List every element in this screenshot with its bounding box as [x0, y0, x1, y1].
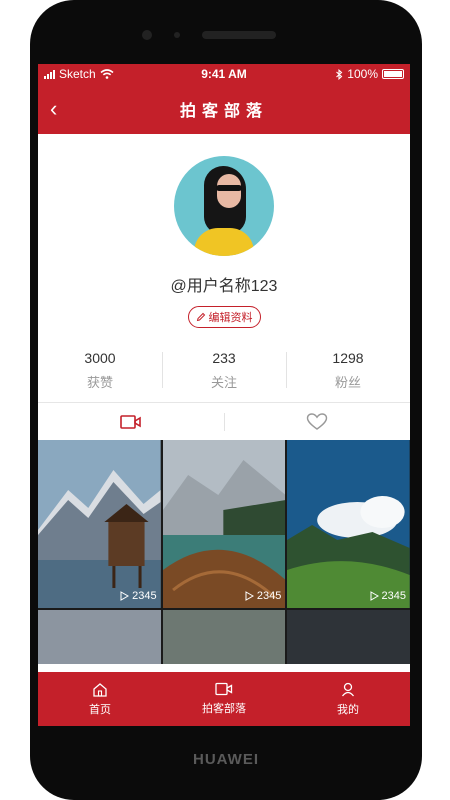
tab-label: 首页 [89, 703, 111, 716]
device-brand: HUAWEI [193, 751, 259, 768]
tab-label: 拍客部落 [202, 703, 246, 715]
mountain-cabin-image [38, 440, 161, 608]
play-count-value: 2345 [381, 590, 406, 602]
app-screen: Sketch 9:41 AM 100% ‹ 拍客部落 @用户名称123 编辑资料… [38, 64, 410, 726]
pencil-icon [196, 312, 205, 322]
tab-home[interactable]: 首页 [38, 672, 162, 726]
play-icon [370, 591, 379, 601]
play-count: 2345 [119, 590, 157, 602]
tab-label: 我的 [337, 703, 359, 716]
green-valley-image [287, 440, 410, 608]
edit-profile-button[interactable]: 编辑资料 [187, 306, 261, 328]
video-thumbnail[interactable]: 2345 [287, 440, 410, 608]
video-thumbnail[interactable]: 2345 [162, 440, 286, 608]
stat-label: 粉丝 [334, 375, 361, 390]
play-count: 2345 [369, 590, 406, 602]
play-count: 2345 [244, 590, 281, 602]
edit-profile-label: 编辑资料 [208, 312, 253, 324]
bottom-tab-bar: 首页 拍客部落 我的 [38, 672, 410, 726]
stat-value: 1298 [332, 350, 364, 366]
battery-icon [382, 69, 404, 79]
tab-tribe[interactable]: 拍客部落 [162, 672, 286, 726]
nav-bar: ‹ 拍客部落 [38, 84, 410, 134]
avatar[interactable] [174, 156, 274, 256]
stat-value: 3000 [84, 350, 116, 366]
back-button[interactable]: ‹ [50, 98, 57, 120]
video-thumbnail[interactable] [287, 610, 410, 664]
video-thumbnail[interactable]: 2345 [38, 440, 161, 608]
status-time: 9:41 AM [201, 67, 247, 81]
tab-likes[interactable] [224, 403, 410, 440]
heart-icon [306, 412, 328, 430]
video-thumbnail[interactable] [162, 610, 286, 664]
profile-stats: 3000 获赞 233 关注 1298 粉丝 [38, 350, 410, 390]
tab-me[interactable]: 我的 [286, 672, 410, 726]
tab-videos[interactable] [38, 403, 224, 440]
profile-header: @用户名称123 编辑资料 3000 获赞 233 关注 1298 粉丝 [38, 134, 410, 390]
play-icon [120, 591, 130, 601]
play-count-value: 2345 [256, 590, 282, 602]
play-icon [245, 591, 254, 601]
stat-following[interactable]: 233 关注 [162, 350, 286, 390]
content-tabs [38, 402, 410, 440]
video-grid: 2345 2345 2345 [38, 440, 410, 664]
play-count-value: 2345 [132, 590, 157, 602]
home-icon [93, 682, 107, 697]
video-icon [120, 414, 141, 429]
sensor-icon [174, 32, 180, 38]
page-title: 拍客部落 [179, 103, 268, 120]
camera-icon [142, 30, 152, 40]
video-icon [215, 682, 233, 696]
speaker-grille [202, 31, 276, 39]
boat-lake-image [162, 440, 286, 608]
username: @用户名称123 [170, 278, 278, 295]
stat-likes[interactable]: 3000 获赞 [38, 350, 162, 390]
video-thumbnail[interactable] [38, 610, 161, 664]
stat-label: 关注 [210, 375, 237, 390]
stat-followers[interactable]: 1298 粉丝 [286, 350, 410, 390]
stat-value: 233 [212, 350, 236, 366]
stat-label: 获赞 [86, 375, 113, 390]
status-bar: Sketch 9:41 AM 100% [38, 64, 410, 84]
phone-top-bezel [30, 0, 422, 64]
tab-divider [224, 413, 225, 431]
user-icon [341, 682, 355, 696]
